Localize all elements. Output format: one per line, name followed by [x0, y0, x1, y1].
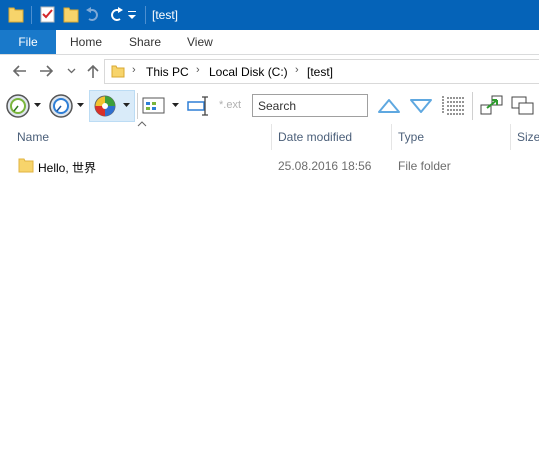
- sort-ascending-icon: [137, 121, 147, 127]
- back-arrow-icon[interactable]: [11, 64, 27, 78]
- folder-icon: [111, 65, 125, 78]
- details-list-icon[interactable]: [442, 94, 466, 116]
- chevron-down-icon: [123, 103, 130, 107]
- blue-clock-icon[interactable]: [48, 93, 76, 119]
- file-date-modified: 25.08.2016 18:56: [278, 159, 372, 173]
- color-wheel-icon: [94, 95, 116, 117]
- sync-panes-icon[interactable]: [480, 94, 504, 118]
- breadcrumb-separator-icon[interactable]: ›: [196, 64, 200, 76]
- redo-icon[interactable]: [108, 5, 124, 23]
- chevron-down-icon[interactable]: [172, 103, 180, 109]
- new-folder-icon[interactable]: [63, 5, 79, 23]
- breadcrumb-this-pc[interactable]: This PC: [146, 65, 189, 79]
- folder-icon[interactable]: [8, 5, 24, 23]
- recent-locations-chevron-icon[interactable]: [67, 67, 76, 75]
- chevron-down-icon[interactable]: [34, 103, 42, 109]
- search-label: Search: [258, 99, 297, 113]
- properties-check-icon[interactable]: [40, 5, 56, 23]
- column-date-modified[interactable]: Date modified: [278, 130, 352, 144]
- green-clock-icon[interactable]: [5, 93, 33, 119]
- window-title: [test]: [152, 8, 179, 22]
- arrow-down-triangle-icon[interactable]: [409, 97, 433, 115]
- breadcrumb-separator-icon[interactable]: ›: [132, 64, 136, 76]
- address-row: › This PC › Local Disk (C:) › [test]: [0, 55, 539, 87]
- column-divider[interactable]: [391, 124, 392, 150]
- toolbar: *.ext Search: [0, 88, 539, 124]
- forward-arrow-icon[interactable]: [39, 64, 55, 78]
- breadcrumb-local-disk[interactable]: Local Disk (C:): [209, 65, 288, 79]
- arrow-up-triangle-icon[interactable]: [377, 97, 401, 115]
- file-name: Hello, 世界: [38, 161, 97, 175]
- column-name[interactable]: Name: [17, 130, 49, 144]
- tab-home[interactable]: Home: [70, 35, 102, 49]
- customize-dropdown-icon[interactable]: [127, 8, 137, 22]
- breadcrumb-test[interactable]: [test]: [307, 65, 333, 79]
- search-input[interactable]: Search: [252, 94, 368, 117]
- column-type[interactable]: Type: [398, 130, 424, 144]
- tab-file[interactable]: File: [0, 30, 56, 54]
- column-header: Name Date modified Type Size: [0, 121, 539, 150]
- ext-filter-label[interactable]: *.ext: [219, 99, 241, 111]
- address-bar[interactable]: › This PC › Local Disk (C:) › [test]: [104, 59, 539, 84]
- tab-view[interactable]: View: [187, 35, 213, 49]
- view-layout-icon[interactable]: [142, 97, 166, 115]
- list-item[interactable]: Hello, 世界 25.08.2016 18:56 File folder: [0, 154, 539, 176]
- color-filter-button[interactable]: [89, 90, 135, 122]
- up-arrow-icon[interactable]: [86, 63, 100, 79]
- file-type: File folder: [398, 159, 451, 173]
- ribbon: File Home Share View: [0, 30, 539, 55]
- tab-share[interactable]: Share: [129, 35, 161, 49]
- column-size[interactable]: Size: [517, 130, 539, 144]
- undo-icon[interactable]: [85, 5, 101, 23]
- breadcrumb-separator-icon[interactable]: ›: [295, 64, 299, 76]
- folder-icon: [18, 158, 34, 173]
- chevron-down-icon[interactable]: [77, 103, 85, 109]
- title-bar: [test]: [0, 0, 539, 30]
- rename-textbox-icon[interactable]: [187, 94, 211, 118]
- column-divider[interactable]: [271, 124, 272, 150]
- column-divider[interactable]: [510, 124, 511, 150]
- dual-pane-icon[interactable]: [511, 94, 537, 118]
